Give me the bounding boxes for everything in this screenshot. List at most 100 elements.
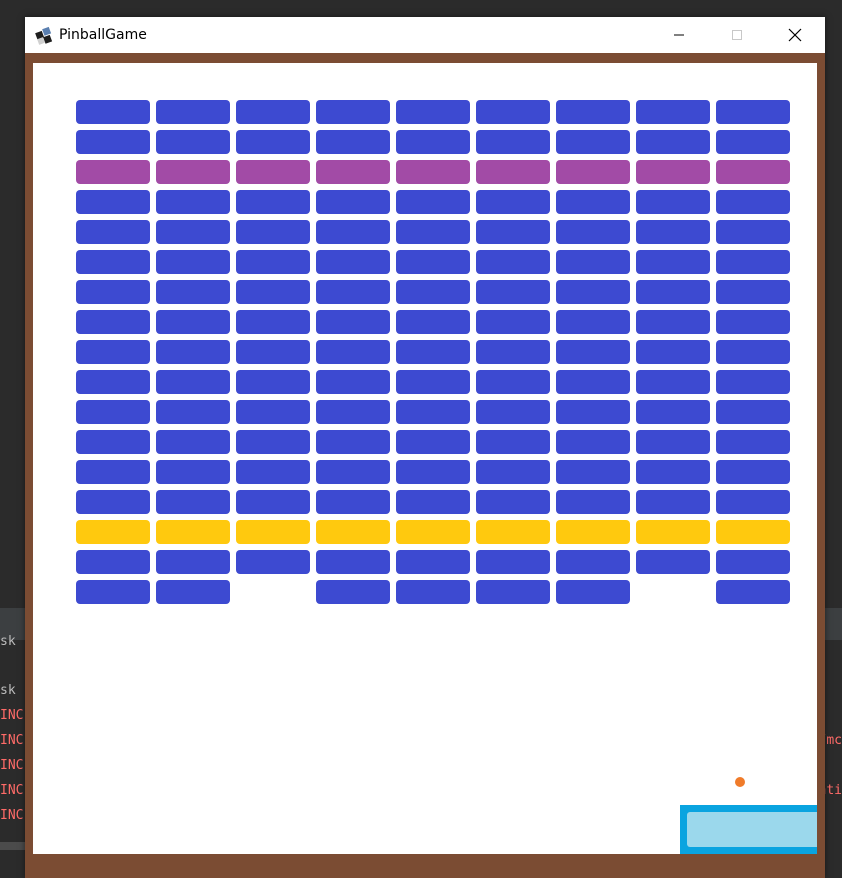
- brick-purple: [236, 160, 310, 184]
- brick-blue: [76, 370, 150, 394]
- brick-blue: [76, 430, 150, 454]
- brick-blue: [636, 400, 710, 424]
- minimize-button[interactable]: [650, 17, 708, 53]
- brick-blue: [76, 580, 150, 604]
- brick-blue: [476, 100, 550, 124]
- brick-yellow: [396, 520, 470, 544]
- brick-blue: [396, 370, 470, 394]
- brick-blue: [156, 490, 230, 514]
- brick-blue: [236, 430, 310, 454]
- brick-blue: [76, 100, 150, 124]
- brick-blue: [76, 220, 150, 244]
- brick-blue: [636, 100, 710, 124]
- brick-blue: [716, 460, 790, 484]
- brick-blue: [316, 400, 390, 424]
- brick-blue: [76, 550, 150, 574]
- brick-blue: [716, 430, 790, 454]
- brick-blue: [236, 190, 310, 214]
- brick-blue: [316, 460, 390, 484]
- brick-blue: [76, 310, 150, 334]
- paddle[interactable]: [680, 805, 817, 854]
- brick-blue: [716, 370, 790, 394]
- brick-blue: [476, 280, 550, 304]
- brick-blue: [396, 550, 470, 574]
- brick-blue: [716, 280, 790, 304]
- brick-blue: [236, 280, 310, 304]
- brick-blue: [636, 550, 710, 574]
- close-button[interactable]: [766, 17, 824, 53]
- brick-blue: [236, 220, 310, 244]
- brick-purple: [716, 160, 790, 184]
- brick-blue: [156, 580, 230, 604]
- brick-blue: [636, 190, 710, 214]
- brick-blue: [556, 220, 630, 244]
- console-line: INC: [0, 758, 24, 773]
- brick-purple: [76, 160, 150, 184]
- brick-blue: [716, 100, 790, 124]
- brick-blue: [156, 550, 230, 574]
- brick-yellow: [76, 520, 150, 544]
- brick-blue: [556, 490, 630, 514]
- brick-blue: [716, 400, 790, 424]
- brick-blue: [396, 130, 470, 154]
- brick-blue: [156, 130, 230, 154]
- brick-blue: [316, 190, 390, 214]
- console-line: INC: [0, 808, 24, 823]
- maximize-button[interactable]: [708, 17, 766, 53]
- brick-blue: [556, 130, 630, 154]
- brick-blue: [156, 310, 230, 334]
- brick-blue: [316, 250, 390, 274]
- brick-blue: [156, 430, 230, 454]
- brick-blue: [236, 250, 310, 274]
- brick-blue: [236, 310, 310, 334]
- console-line: sk: [0, 634, 16, 649]
- brick-blue: [636, 340, 710, 364]
- brick-blue: [396, 220, 470, 244]
- brick-blue: [396, 400, 470, 424]
- brick-blue: [556, 310, 630, 334]
- pinball-app-icon: [34, 26, 54, 46]
- brick-blue: [636, 310, 710, 334]
- console-scrollbar[interactable]: [0, 842, 28, 850]
- brick-blue: [636, 250, 710, 274]
- brick-blue: [716, 550, 790, 574]
- brick-blue: [236, 130, 310, 154]
- brick-blue: [636, 370, 710, 394]
- brick-blue: [236, 550, 310, 574]
- brick-blue: [396, 340, 470, 364]
- brick-blue: [556, 100, 630, 124]
- brick-yellow: [716, 520, 790, 544]
- game-frame: [25, 53, 825, 878]
- ball: [735, 777, 745, 787]
- brick-blue: [716, 310, 790, 334]
- brick-yellow: [476, 520, 550, 544]
- brick-blue: [236, 460, 310, 484]
- brick-blue: [636, 280, 710, 304]
- brick-blue: [316, 310, 390, 334]
- brick-blue: [236, 490, 310, 514]
- brick-blue: [636, 220, 710, 244]
- window-title: PinballGame: [59, 27, 147, 43]
- brick-yellow: [156, 520, 230, 544]
- brick-blue: [316, 340, 390, 364]
- brick-blue: [236, 370, 310, 394]
- brick-blue: [156, 250, 230, 274]
- brick-blue: [156, 460, 230, 484]
- brick-blue: [556, 430, 630, 454]
- brick-blue: [396, 580, 470, 604]
- brick-blue: [556, 280, 630, 304]
- brick-blue: [476, 460, 550, 484]
- brick-purple: [476, 160, 550, 184]
- game-playfield[interactable]: [33, 63, 817, 854]
- title-bar[interactable]: PinballGame: [25, 17, 825, 53]
- brick-blue: [156, 190, 230, 214]
- brick-blue: [76, 190, 150, 214]
- brick-blue: [476, 250, 550, 274]
- brick-blue: [396, 250, 470, 274]
- brick-blue: [316, 580, 390, 604]
- brick-grid: [33, 63, 817, 854]
- brick-blue: [156, 100, 230, 124]
- brick-blue: [716, 340, 790, 364]
- brick-blue: [716, 490, 790, 514]
- brick-blue: [556, 340, 630, 364]
